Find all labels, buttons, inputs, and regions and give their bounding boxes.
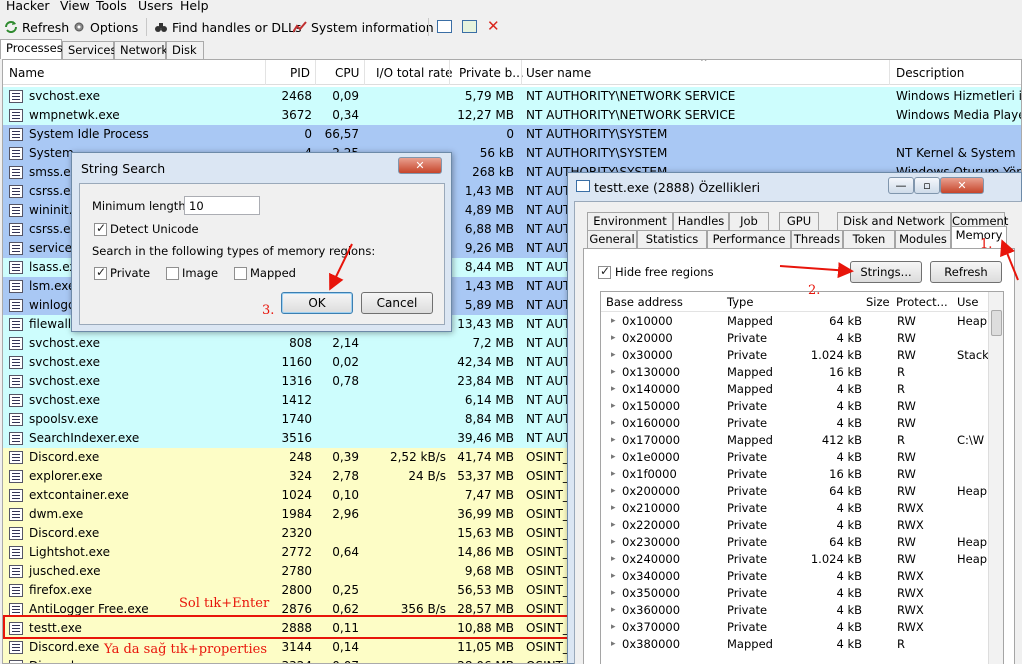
arrow-to-memory bbox=[1000, 239, 1019, 281]
annotation-arrows bbox=[329, 239, 1019, 291]
arrow-to-strings bbox=[779, 262, 854, 279]
arrow-to-ok bbox=[329, 243, 353, 291]
